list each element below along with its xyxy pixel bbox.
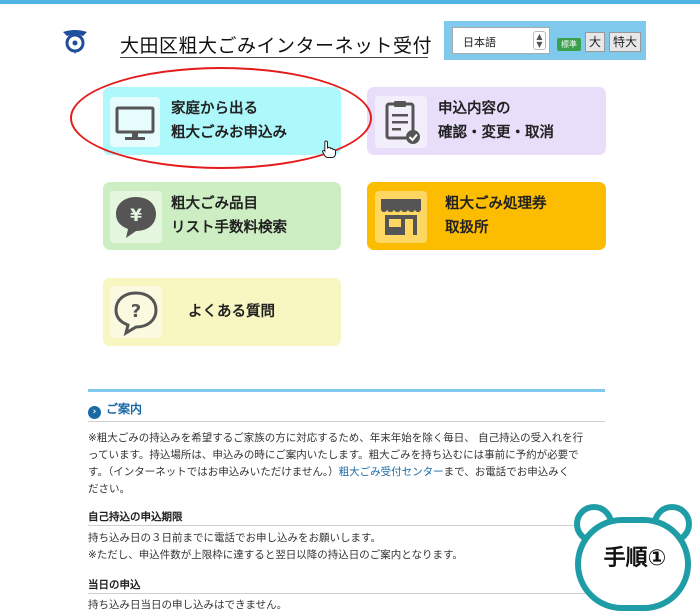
- guide-paragraph: ※粗大ごみの持込みを希望するご家族の方に対応するため、年末年始を除く毎日、 自己…: [88, 430, 608, 498]
- shop-icon: [375, 191, 427, 243]
- font-size-standard-button[interactable]: 標準: [557, 38, 581, 51]
- updown-arrow-icon: ▲ ▼: [533, 31, 546, 50]
- svg-text:?: ?: [131, 301, 141, 322]
- menu-card-label-line1: 粗大ごみ処理券: [445, 196, 547, 212]
- menu-card-ticket-shops[interactable]: 粗大ごみ処理券 取扱所: [367, 182, 606, 250]
- clipboard-check-icon: [375, 96, 427, 148]
- ota-city-emblem-icon: [63, 30, 87, 54]
- title-underline: [120, 57, 428, 58]
- guide-line-text: まで、お電話でお申込みく: [443, 466, 570, 478]
- guide-line: ※粗大ごみの持込みを希望するご家族の方に対応するため、年末年始を除く毎日、 自己…: [88, 432, 584, 444]
- top-accent-bar: [0, 0, 700, 4]
- menu-card-faq[interactable]: ? よくある質問: [103, 278, 341, 346]
- guide-line: っています。持込場所は、申込みの時にご案内いたします。粗大ごみを持ち込むには事前…: [88, 449, 579, 461]
- menu-card-label-line2: 確認・変更・取消: [438, 125, 554, 141]
- svg-text:¥: ¥: [130, 206, 142, 226]
- self-delivery-heading: 自己持込の申込期限: [88, 511, 183, 523]
- font-size-xlarge-button[interactable]: 特大: [609, 32, 641, 52]
- menu-card-item-search[interactable]: ¥ 粗大ごみ品目 リスト手数料検索: [103, 182, 341, 250]
- sub-rule: [88, 593, 605, 594]
- guide-line: ださい。: [88, 483, 130, 495]
- menu-card-home-request[interactable]: 家庭から出る 粗大ごみお申込み: [103, 87, 341, 155]
- language-select-value: 日本語: [463, 36, 496, 49]
- question-bubble-icon: ?: [110, 286, 162, 338]
- self-delivery-line2: ※ただし、申込件数が上限枠に達すると翌日以降の持込日のご案内となります。: [88, 549, 463, 561]
- self-delivery-line1: 持ち込み日の３日前までに電話でお申し込みをお願いします。: [88, 532, 381, 544]
- guide-heading: › ご案内: [88, 400, 143, 419]
- chevron-right-icon: ›: [88, 406, 101, 419]
- menu-card-label-line2: 粗大ごみお申込み: [171, 125, 287, 141]
- same-day-heading: 当日の申込: [88, 579, 141, 591]
- section-divider: [88, 389, 605, 392]
- sub-rule: [88, 525, 605, 526]
- guide-rule: [88, 421, 605, 422]
- language-select[interactable]: 日本語 ▲ ▼: [452, 27, 550, 54]
- same-day-line1: 持ち込み日当日の申し込みはできません。: [88, 599, 288, 611]
- site-title[interactable]: 大田区粗大ごみインターネット受付: [120, 31, 432, 58]
- yen-bubble-icon: ¥: [110, 191, 162, 243]
- guide-heading-text: ご案内: [106, 402, 143, 416]
- menu-card-label-line1: よくある質問: [188, 304, 275, 320]
- menu-card-label-line2: 取扱所: [445, 220, 489, 236]
- guide-line: す。（インターネットではお申込みいただけません。）粗大ごみ受付センターまで、お電…: [88, 464, 608, 481]
- font-size-large-button[interactable]: 大: [585, 32, 605, 52]
- center-link[interactable]: 粗大ごみ受付センター: [339, 466, 444, 478]
- monitor-icon: [110, 97, 160, 147]
- menu-card-label-line1: 申込内容の: [438, 101, 511, 117]
- menu-card-label-line1: 家庭から出る: [171, 101, 258, 117]
- step-badge-label: 手順①: [603, 546, 667, 571]
- guide-line-text: す。（インターネットではお申込みいただけません。）: [88, 466, 339, 478]
- hand-pointer-icon: [322, 140, 336, 158]
- menu-card-label-line2: リスト手数料検索: [171, 220, 287, 236]
- menu-card-label-line1: 粗大ごみ品目: [171, 196, 258, 212]
- menu-card-confirm-change[interactable]: 申込内容の 確認・変更・取消: [367, 87, 606, 155]
